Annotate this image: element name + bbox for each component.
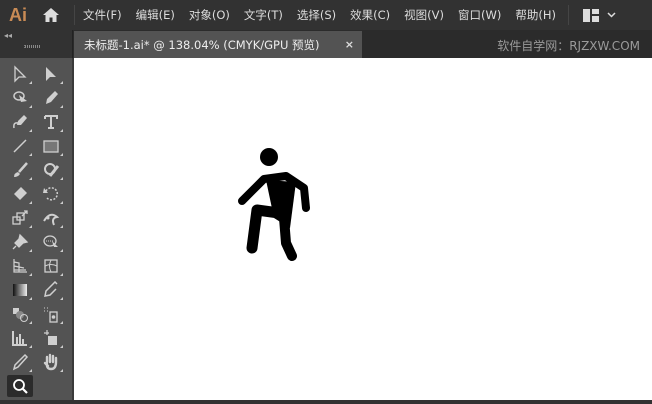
divider — [567, 5, 569, 25]
eyedropper-tool[interactable] — [38, 279, 64, 301]
selection-tool[interactable] — [7, 63, 33, 85]
menu-type[interactable]: 文字(T) — [244, 7, 283, 23]
pen-tool[interactable] — [38, 87, 64, 109]
perspective-grid-icon — [13, 259, 27, 273]
layout-icon — [582, 8, 599, 22]
blend-icon — [13, 308, 28, 322]
artboard-canvas[interactable] — [74, 58, 652, 400]
chevron-down-icon — [607, 12, 616, 18]
divider — [74, 5, 75, 25]
menu-select[interactable]: 选择(S) — [297, 7, 336, 23]
shape-builder-tool[interactable] — [38, 231, 64, 253]
home-button[interactable] — [36, 7, 66, 23]
lasso-icon — [13, 91, 27, 102]
rotate-icon — [43, 187, 59, 201]
lasso-tool[interactable] — [7, 87, 33, 109]
direct-selection-icon — [46, 67, 56, 81]
line-icon — [13, 139, 27, 153]
hand-tool[interactable] — [38, 351, 64, 373]
gradient-tool[interactable] — [7, 279, 33, 301]
direct-selection-tool[interactable] — [38, 63, 64, 85]
curvature-tool[interactable] — [7, 111, 33, 133]
eyedropper-icon — [44, 281, 58, 297]
rectangle-icon — [43, 140, 59, 153]
rectangle-tool[interactable] — [38, 135, 64, 157]
drag-grip[interactable] — [24, 45, 41, 48]
gradient-icon — [13, 284, 27, 296]
hand-icon — [43, 353, 58, 371]
menu-bar: Ai 文件(F) 编辑(E) 对象(O) 文字(T) 选择(S) 效果(C) 视… — [0, 0, 652, 30]
collapse-icon[interactable]: ◂◂ — [4, 31, 12, 40]
home-icon — [43, 8, 59, 22]
walking-figure-artwork — [238, 148, 310, 261]
pencil-tool[interactable] — [7, 351, 33, 373]
scale-icon — [12, 210, 28, 225]
eraser-tool[interactable] — [7, 183, 33, 205]
menu-edit[interactable]: 编辑(E) — [136, 7, 175, 23]
menu-help[interactable]: 帮助(H) — [515, 7, 556, 23]
paintbrush-icon — [14, 162, 28, 177]
menu-view[interactable]: 视图(V) — [404, 7, 444, 23]
menu-effect[interactable]: 效果(C) — [350, 7, 390, 23]
menu-window[interactable]: 窗口(W) — [458, 7, 501, 23]
pen-icon — [46, 91, 58, 104]
document-title: 未标题-1.ai* @ 138.04% (CMYK/GPU 预览) — [84, 37, 320, 52]
eraser-icon — [14, 187, 27, 200]
menu-file[interactable]: 文件(F) — [83, 7, 122, 23]
symbol-sprayer-icon — [44, 307, 58, 323]
puppet-warp-icon — [43, 213, 60, 226]
document-tab[interactable]: 未标题-1.ai* @ 138.04% (CMYK/GPU 预览) × — [74, 31, 362, 58]
mesh-tool[interactable] — [38, 255, 64, 277]
rotate-tool[interactable] — [38, 183, 64, 205]
selection-icon — [14, 65, 27, 83]
close-tab-icon[interactable]: × — [345, 38, 354, 51]
artboard-icon — [44, 330, 57, 345]
pencil-icon — [12, 353, 29, 371]
workspace-switcher[interactable] — [582, 8, 616, 22]
pin-tool[interactable] — [7, 231, 33, 253]
perspective-grid-tool[interactable] — [7, 255, 33, 277]
column-graph-icon — [12, 331, 27, 346]
paintbrush-tool[interactable] — [7, 159, 33, 181]
pin-icon — [12, 233, 29, 250]
zoom-tool[interactable] — [7, 375, 33, 397]
type-tool[interactable] — [38, 111, 64, 133]
column-graph-tool[interactable] — [7, 327, 33, 349]
watermark: 软件自学网：RJZXW.COM — [497, 39, 640, 53]
shape-builder-icon — [43, 235, 58, 247]
shaper-icon — [44, 163, 60, 177]
shaper-tool[interactable] — [38, 159, 64, 181]
artboard-tool[interactable] — [38, 327, 64, 349]
menu-object[interactable]: 对象(O) — [189, 7, 230, 23]
symbol-sprayer-tool[interactable] — [38, 303, 64, 325]
scale-tool[interactable] — [7, 207, 33, 229]
mesh-icon — [44, 259, 58, 273]
puppet-warp-tool[interactable] — [38, 207, 64, 229]
app-logo: Ai — [9, 4, 27, 25]
zoom-icon — [13, 379, 28, 394]
toolbar-header: ◂◂ — [0, 30, 73, 58]
type-icon — [44, 115, 58, 129]
line-tool[interactable] — [7, 135, 33, 157]
blend-tool[interactable] — [7, 303, 33, 325]
curvature-icon — [13, 115, 27, 129]
tools-panel — [0, 58, 74, 400]
